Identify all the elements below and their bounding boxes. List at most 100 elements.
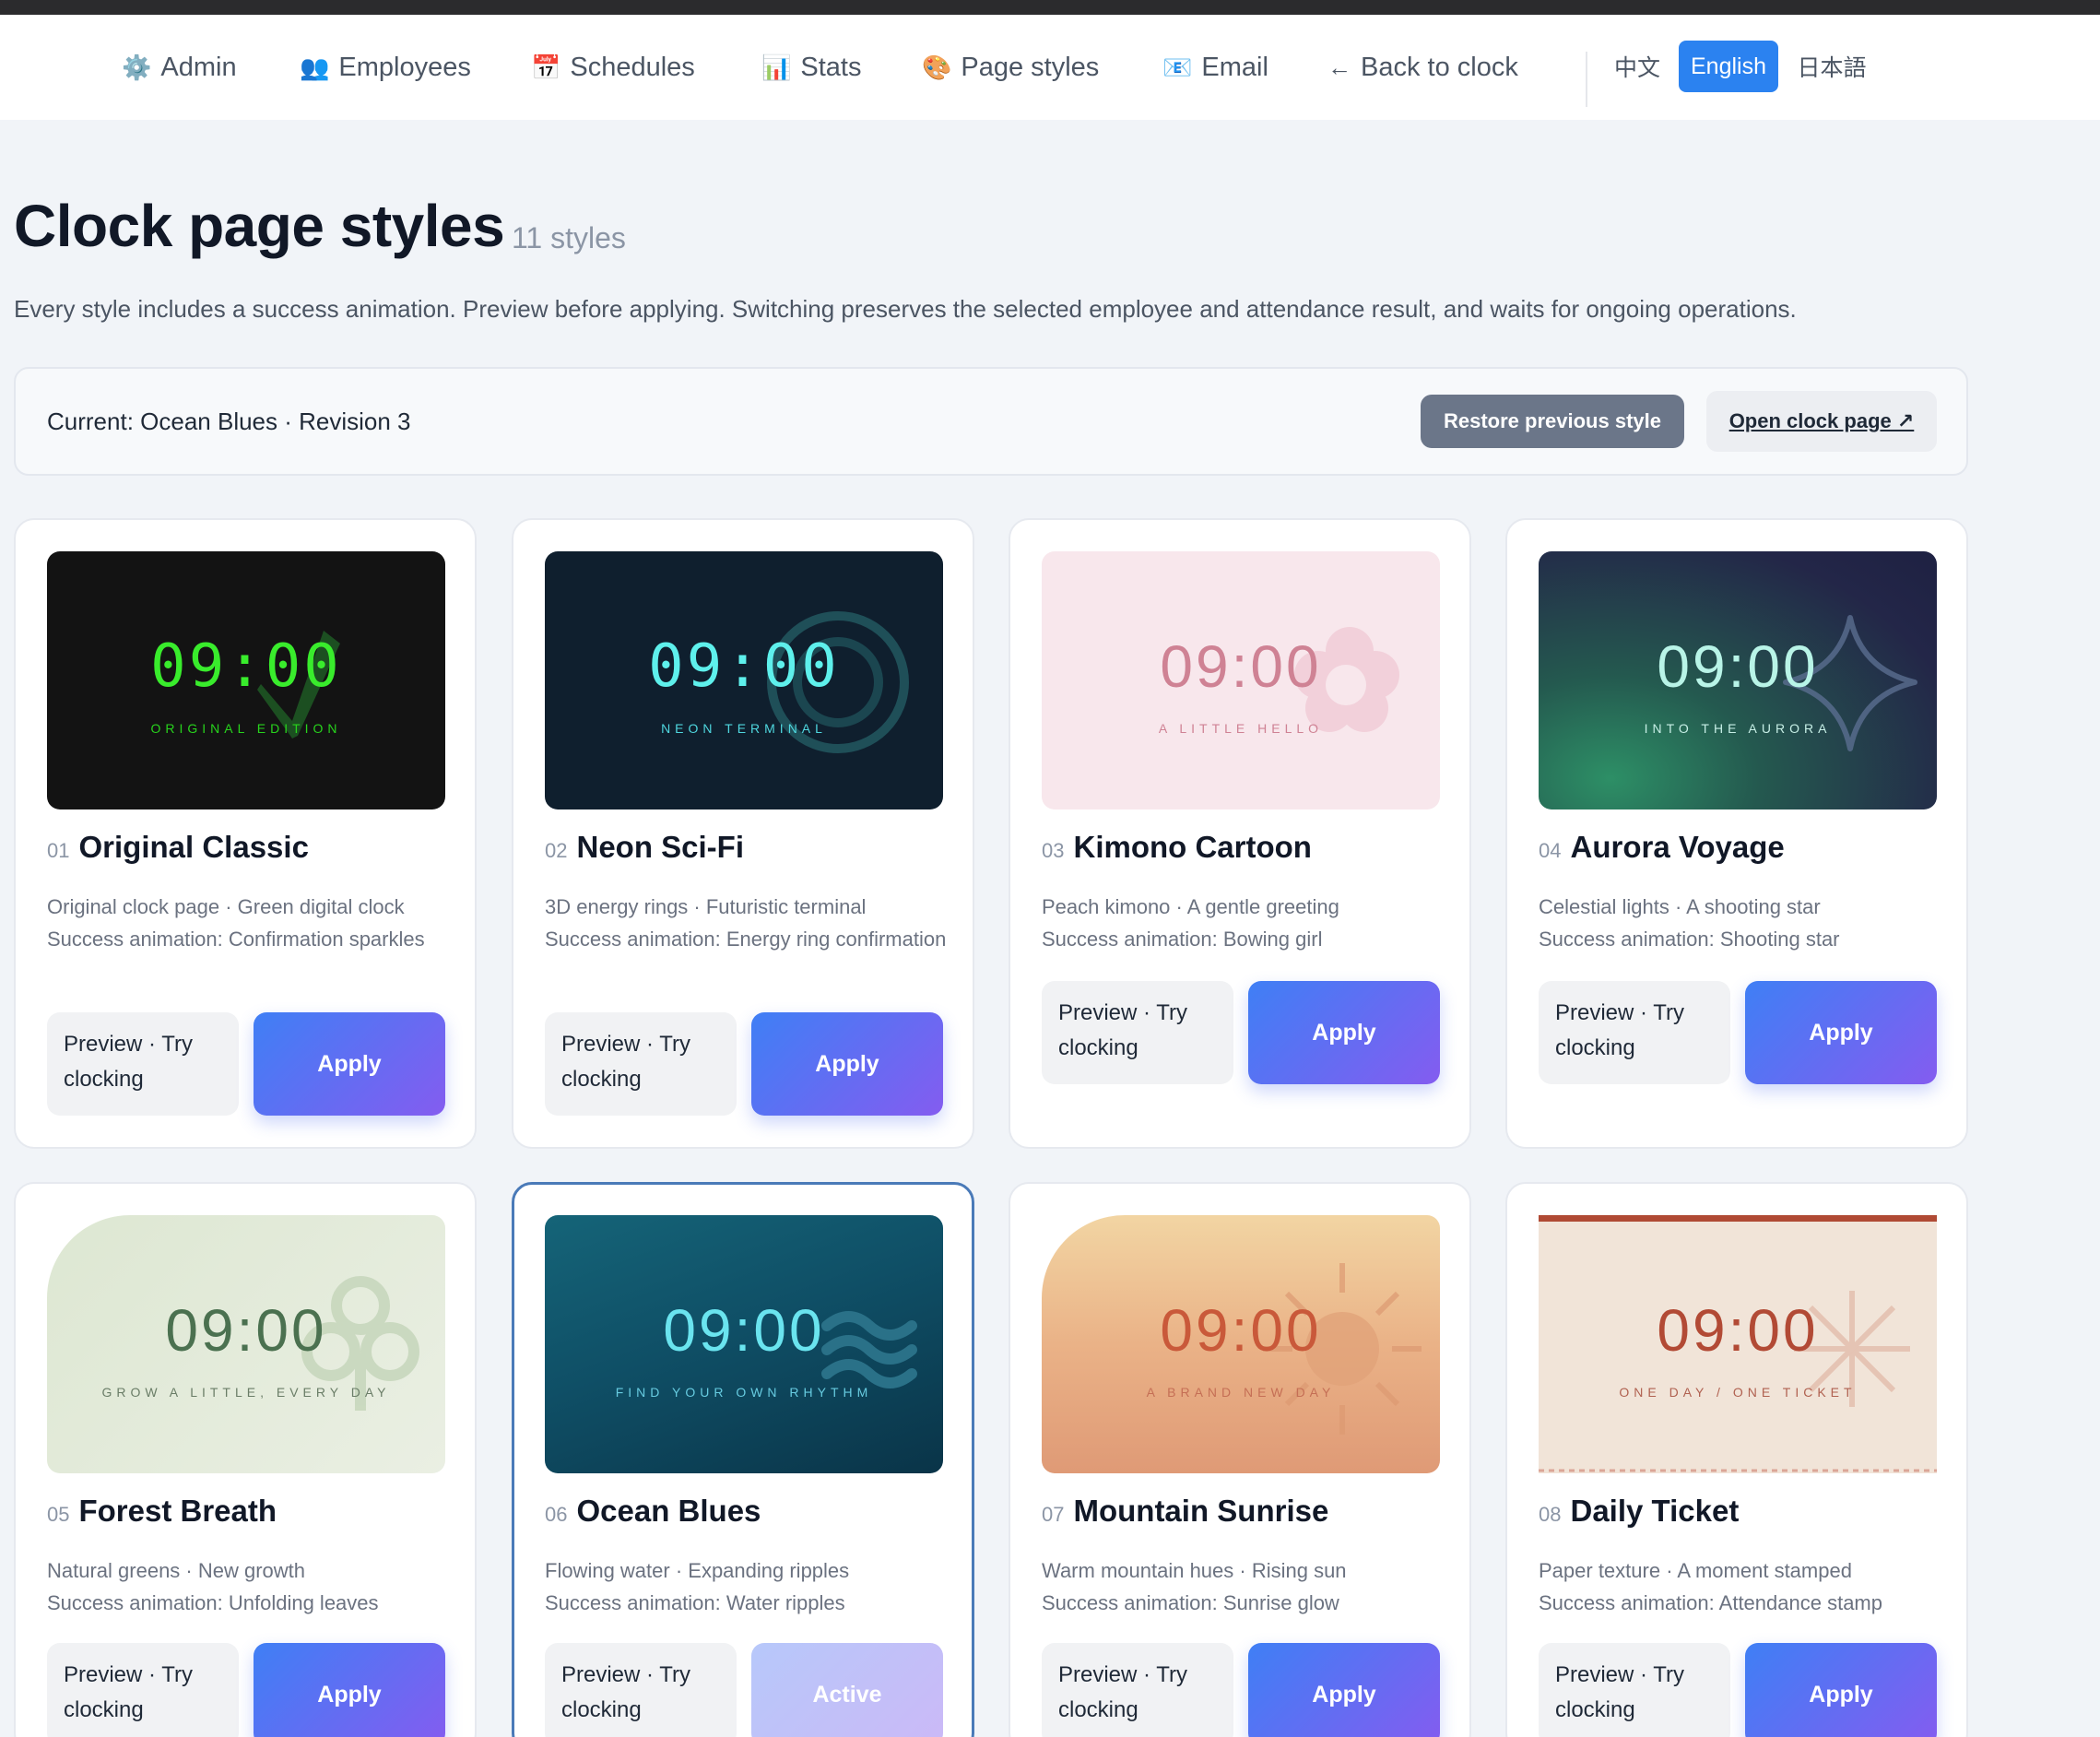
- nav-item-label: Page styles: [961, 52, 1100, 82]
- style-description-line: Success animation: Water ripples: [545, 1591, 845, 1614]
- style-thumbnail: 09:00 A BRAND NEW DAY: [1042, 1215, 1440, 1473]
- apply-button[interactable]: Apply: [1248, 981, 1440, 1084]
- style-card-forest-breath: 09:00 GROW A LITTLE, EVERY DAY 05 Forest …: [14, 1182, 477, 1737]
- style-number: 02: [545, 839, 568, 862]
- thumbnail-time: 09:00: [1657, 1297, 1819, 1364]
- thumbnail-tagline: ORIGINAL EDITION: [150, 721, 342, 736]
- preview-try-clocking-button[interactable]: Preview · Try clocking: [545, 1643, 737, 1737]
- preview-try-clocking-button[interactable]: Preview · Try clocking: [47, 1643, 239, 1737]
- card-header: 01 Original Classic: [47, 830, 309, 865]
- page-title: Clock page styles: [14, 193, 505, 259]
- restore-previous-style-button[interactable]: Restore previous style: [1421, 395, 1684, 448]
- style-card-neon-sci-fi: 09:00 NEON TERMINAL 02 Neon Sci-Fi 3D ene…: [512, 518, 974, 1149]
- style-number: 06: [545, 1503, 568, 1526]
- style-description: Paper texture · A moment stamped Success …: [1539, 1554, 1944, 1619]
- gear-icon: ⚙️: [122, 53, 152, 81]
- style-number: 08: [1539, 1503, 1562, 1526]
- style-description: 3D energy rings · Futuristic terminal Suc…: [545, 891, 950, 955]
- nav-item-employees[interactable]: 👥 Employees: [300, 15, 471, 120]
- style-description-line: Warm mountain hues · Rising sun: [1042, 1559, 1347, 1582]
- style-thumbnail: 09:00 FIND YOUR OWN RHYTHM: [545, 1215, 943, 1473]
- style-description-line: Celestial lights · A shooting star: [1539, 895, 1821, 918]
- style-name: Ocean Blues: [576, 1494, 761, 1528]
- style-card-ocean-blues: 09:00 FIND YOUR OWN RHYTHM 06 Ocean Blues…: [512, 1182, 974, 1737]
- apply-button[interactable]: Apply: [254, 1643, 445, 1737]
- style-description-line: Success animation: Energy ring confirmat…: [545, 928, 947, 951]
- apply-button[interactable]: Apply: [751, 1012, 943, 1116]
- style-name: Mountain Sunrise: [1073, 1494, 1329, 1528]
- preview-try-clocking-button[interactable]: Preview · Try clocking: [545, 1012, 737, 1116]
- style-card-mountain-sunrise: 09:00 A BRAND NEW DAY 07 Mountain Sunrise…: [1009, 1182, 1471, 1737]
- nav-item-label: Email: [1201, 52, 1268, 82]
- style-name: Original Classic: [78, 830, 309, 864]
- users-icon: 👥: [300, 53, 330, 81]
- bar-chart-icon: 📊: [761, 53, 792, 81]
- email-icon: 📧: [1162, 53, 1193, 81]
- thumbnail-tagline: A LITTLE HELLO: [1158, 721, 1324, 736]
- calendar-icon: 📅: [531, 53, 561, 81]
- style-thumbnail: 09:00 ORIGINAL EDITION: [47, 551, 445, 809]
- style-count: 11 styles: [512, 221, 626, 254]
- nav-item-stats[interactable]: 📊 Stats: [761, 15, 861, 120]
- thumbnail-tagline: FIND YOUR OWN RHYTHM: [615, 1385, 873, 1400]
- style-description-line: Success animation: Shooting star: [1539, 928, 1840, 951]
- style-description-line: Natural greens · New growth: [47, 1559, 306, 1582]
- open-clock-page-link[interactable]: Open clock page ↗: [1706, 391, 1937, 452]
- style-description-line: Original clock page · Green digital cloc…: [47, 895, 405, 918]
- style-thumbnail: 09:00 GROW A LITTLE, EVERY DAY: [47, 1215, 445, 1473]
- nav-item-admin[interactable]: ⚙️ Admin: [122, 15, 237, 120]
- style-thumbnail: 09:00 INTO THE AURORA: [1539, 551, 1937, 809]
- nav-item-label: Back to clock: [1361, 52, 1518, 82]
- lang-japanese[interactable]: 日本語: [1792, 41, 1871, 92]
- lang-chinese[interactable]: 中文: [1608, 41, 1667, 92]
- nav-item-email[interactable]: 📧 Email: [1162, 15, 1268, 120]
- lang-english[interactable]: English: [1679, 41, 1778, 92]
- style-number: 05: [47, 1503, 70, 1526]
- nav-item-label: Admin: [160, 52, 237, 82]
- style-number: 04: [1539, 839, 1562, 862]
- style-thumbnail: 09:00 A LITTLE HELLO: [1042, 551, 1440, 809]
- nav-item-label: Employees: [338, 52, 471, 82]
- style-number: 01: [47, 839, 70, 862]
- style-name: Neon Sci-Fi: [576, 830, 745, 864]
- nav-item-back-to-clock[interactable]: ← Back to clock: [1327, 15, 1518, 120]
- arrow-left-icon: ←: [1327, 53, 1351, 81]
- preview-try-clocking-button[interactable]: Preview · Try clocking: [47, 1012, 239, 1116]
- style-description-line: Success animation: Bowing girl: [1042, 928, 1323, 951]
- style-name: Daily Ticket: [1570, 1494, 1740, 1528]
- active-status-button: Active: [751, 1643, 943, 1737]
- thumbnail-time: 09:00: [150, 632, 342, 701]
- style-description-line: Success animation: Sunrise glow: [1042, 1591, 1339, 1614]
- nav-item-schedules[interactable]: 📅 Schedules: [531, 15, 695, 120]
- style-description: Celestial lights · A shooting star Succes…: [1539, 891, 1944, 955]
- card-header: 02 Neon Sci-Fi: [545, 830, 744, 865]
- card-header: 08 Daily Ticket: [1539, 1494, 1739, 1529]
- style-description-line: 3D energy rings · Futuristic terminal: [545, 895, 867, 918]
- preview-try-clocking-button[interactable]: Preview · Try clocking: [1539, 1643, 1730, 1737]
- style-number: 03: [1042, 839, 1065, 862]
- style-description-line: Success animation: Confirmation sparkles: [47, 928, 425, 951]
- nav-item-page-styles[interactable]: 🎨 Page styles: [922, 15, 1099, 120]
- style-description-line: Peach kimono · A gentle greeting: [1042, 895, 1339, 918]
- card-header: 04 Aurora Voyage: [1539, 830, 1785, 865]
- style-card-original-classic: 09:00 ORIGINAL EDITION 01 Original Classi…: [14, 518, 477, 1149]
- style-card-aurora-voyage: 09:00 INTO THE AURORA 04 Aurora Voyage Ce…: [1505, 518, 1968, 1149]
- apply-button[interactable]: Apply: [1745, 981, 1937, 1084]
- apply-button[interactable]: Apply: [1745, 1643, 1937, 1737]
- apply-button[interactable]: Apply: [1248, 1643, 1440, 1737]
- style-card-daily-ticket: 09:00 ONE DAY / ONE TICKET 08 Daily Ticke…: [1505, 1182, 1968, 1737]
- thumbnail-tagline: A BRAND NEW DAY: [1146, 1385, 1336, 1400]
- style-name: Forest Breath: [78, 1494, 277, 1528]
- apply-button[interactable]: Apply: [254, 1012, 445, 1116]
- thumbnail-time: 09:00: [1657, 633, 1819, 700]
- style-description-line: Success animation: Attendance stamp: [1539, 1591, 1882, 1614]
- preview-try-clocking-button[interactable]: Preview · Try clocking: [1042, 1643, 1233, 1737]
- thumbnail-tagline: GROW A LITTLE, EVERY DAY: [101, 1385, 391, 1400]
- preview-try-clocking-button[interactable]: Preview · Try clocking: [1539, 981, 1730, 1084]
- preview-try-clocking-button[interactable]: Preview · Try clocking: [1042, 981, 1233, 1084]
- style-description: Peach kimono · A gentle greeting Success …: [1042, 891, 1447, 955]
- style-thumbnail: 09:00 ONE DAY / ONE TICKET: [1539, 1215, 1937, 1473]
- card-header: 06 Ocean Blues: [545, 1494, 761, 1529]
- style-name: Kimono Cartoon: [1073, 830, 1312, 864]
- thumbnail-time: 09:00: [648, 632, 840, 701]
